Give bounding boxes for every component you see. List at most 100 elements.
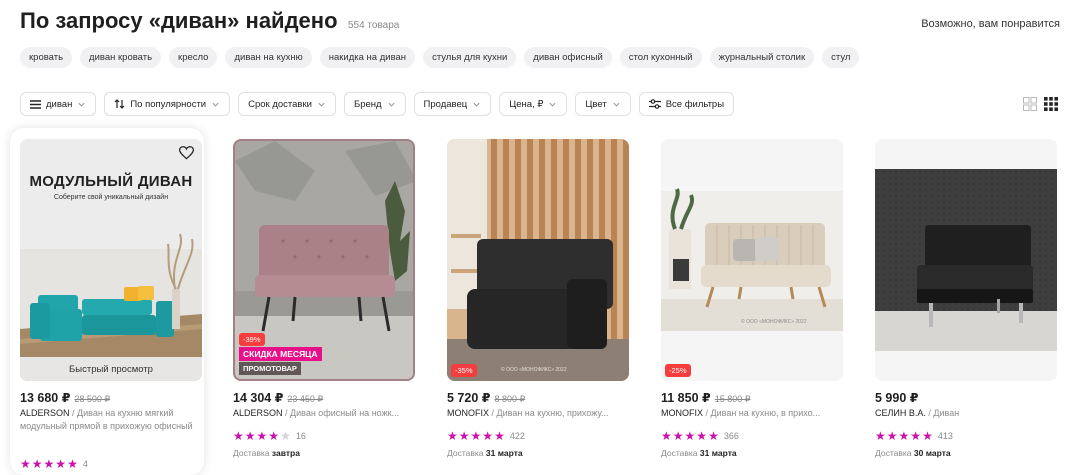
maybe-like-link[interactable]: Возможно, вам понравится (921, 18, 1060, 30)
suggestion-chip[interactable]: кровать (20, 47, 73, 68)
chevron-down-icon (473, 102, 480, 107)
sort-icon (114, 99, 125, 109)
product-description[interactable]: MONOFIX / Диван на кухню, в прихо... (661, 407, 843, 420)
all-filters-button[interactable]: Все фильтры (638, 92, 735, 116)
product-rating: ★ ★ ★ ★ ★ 4 (20, 458, 88, 470)
star-icon: ★ (280, 429, 291, 443)
color-filter-button[interactable]: Цвет (575, 92, 631, 116)
product-brand: ALDERSON (20, 408, 70, 418)
delivery-label: Доставка (233, 448, 270, 458)
suggestion-chip[interactable]: стул (822, 47, 860, 68)
month-sale-badge: СКИДКА МЕСЯЦА (239, 347, 322, 361)
delivery-label: Доставка (661, 448, 698, 458)
product-name: Диван (933, 408, 960, 418)
banner-title: МОДУЛЬНЫЙ ДИВАН (29, 173, 193, 190)
product-brand: ALDERSON (233, 408, 283, 418)
black-sofa-image (447, 139, 629, 381)
star-icon: ★ (875, 429, 886, 443)
suggestion-chip[interactable]: стулья для кухни (423, 47, 517, 68)
seller-filter-button[interactable]: Продавец (413, 92, 492, 116)
beige-sofa-image (661, 139, 843, 381)
view-toggle (1023, 97, 1058, 111)
product-description[interactable]: ALDERSON / Диван на кухню мягкий модульн… (20, 407, 202, 433)
delivery-info: Доставка завтра (233, 448, 300, 458)
product-card[interactable]: 5 990 ₽ СЕЛИН В.А. / Диван ★ ★ ★ ★ ★ 413 Дос… (865, 128, 1059, 475)
suggestion-chip[interactable]: кресло (169, 47, 218, 68)
chevron-down-icon (549, 102, 556, 107)
brand-filter-button[interactable]: Бренд (343, 92, 406, 116)
product-description[interactable]: ALDERSON / Диван офисный на ножк... (233, 407, 415, 420)
product-grid: МОДУЛЬНЫЙ ДИВАН Соберите свой уникальный… (10, 128, 1070, 475)
product-card[interactable]: МОДУЛЬНЫЙ ДИВАН Соберите свой уникальный… (10, 128, 204, 475)
product-rating: ★ ★ ★ ★ ★ 422 (447, 430, 525, 442)
category-filter-button[interactable]: диван (20, 92, 97, 116)
suggestion-chip[interactable]: диван на кухню (225, 47, 312, 68)
star-icon: ★ (31, 457, 43, 471)
chevron-down-icon (387, 102, 395, 107)
product-brand: MONOFIX (447, 408, 489, 418)
price-filter-label: Цена, ₽ (509, 98, 544, 110)
star-icon: ★ (233, 429, 244, 443)
suggestion-chip[interactable]: диван кровать (80, 47, 162, 68)
delivery-date: 31 марта (485, 448, 523, 458)
product-image[interactable]: -39% СКИДКА МЕСЯЦА ПРОМОТОВАР (233, 139, 415, 381)
product-price: 13 680 ₽ (20, 391, 71, 405)
quick-view-button[interactable]: Быстрый просмотр (20, 357, 202, 381)
product-brand: MONOFIX (661, 408, 703, 418)
price-row: 5 720 ₽8 800 ₽ (447, 390, 525, 405)
suggestion-chip[interactable]: накидка на диван (319, 47, 416, 68)
product-rating: ★ ★ ★ ★ ★ 366 (661, 430, 739, 442)
product-image[interactable]: МОДУЛЬНЫЙ ДИВАН Соберите свой уникальный… (20, 139, 202, 381)
delivery-info: Доставка 30 марта (875, 448, 951, 458)
product-rating: ★ ★ ★ ★ ★ 16 (233, 430, 306, 442)
sort-button[interactable]: По популярности (104, 92, 231, 116)
star-icon: ★ (494, 429, 505, 443)
product-card[interactable]: -39% СКИДКА МЕСЯЦА ПРОМОТОВАР 14 304 ₽23… (223, 128, 417, 475)
product-price: 14 304 ₽ (233, 391, 284, 405)
suggestion-chip[interactable]: журнальный столик (709, 47, 815, 68)
star-icon: ★ (898, 429, 910, 443)
results-count: 554 товара (347, 20, 400, 31)
delivery-info: Доставка 31 марта (447, 448, 523, 458)
star-icon: ★ (447, 429, 458, 443)
grid-small-icon[interactable] (1044, 97, 1058, 111)
heart-icon[interactable] (179, 146, 194, 160)
star-icon: ★ (268, 429, 280, 443)
seller-filter-label: Продавец (423, 98, 468, 110)
product-description[interactable]: MONOFIX / Диван на кухню, прихожу... (447, 407, 629, 420)
chevron-down-icon (613, 102, 620, 107)
banner-subtitle: Соберите свой уникальный дизайн (53, 194, 169, 201)
product-image[interactable] (875, 139, 1057, 381)
product-name: Диван на кухню, прихожу... (496, 408, 609, 418)
sliders-icon (648, 99, 661, 109)
discount-badge: -39% (239, 333, 265, 346)
old-price: 15 800 ₽ (714, 394, 751, 404)
all-filters-label: Все фильтры (665, 98, 725, 110)
price-row: 5 990 ₽ (875, 390, 918, 405)
delivery-filter-button[interactable]: Срок доставки (238, 92, 336, 116)
old-price: 28 500 ₽ (74, 394, 111, 404)
product-card[interactable]: -25% © ООО «МОНОФИКС» 2022 11 850 ₽15 80… (651, 128, 845, 475)
product-description[interactable]: СЕЛИН В.А. / Диван (875, 407, 1057, 420)
review-count: 413 (937, 431, 953, 441)
suggestion-chip[interactable]: диван офисный (524, 47, 612, 68)
grid-large-icon[interactable] (1023, 97, 1037, 111)
product-name: Диван на кухню, в прихо... (710, 408, 821, 418)
product-card[interactable]: -35% © ООО «МОНОФИКС» 2022 5 720 ₽8 800 … (437, 128, 631, 475)
discount-badge: -25% (665, 364, 691, 377)
menu-icon (30, 99, 41, 109)
star-icon: ★ (470, 429, 482, 443)
chevron-down-icon (78, 102, 85, 107)
review-count: 422 (509, 431, 525, 441)
suggestion-chip[interactable]: стол кухонный (619, 47, 702, 68)
product-image[interactable]: -25% © ООО «МОНОФИКС» 2022 (661, 139, 843, 381)
product-image[interactable]: -35% © ООО «МОНОФИКС» 2022 (447, 139, 629, 381)
star-icon: ★ (20, 457, 31, 471)
star-icon: ★ (256, 429, 268, 443)
star-icon: ★ (43, 457, 55, 471)
price-filter-button[interactable]: Цена, ₽ (499, 92, 568, 116)
old-price: 8 800 ₽ (494, 394, 526, 404)
filter-bar: диван По популярности Срок доставки Брен… (20, 92, 735, 116)
promo-badge: ПРОМОТОВАР (239, 362, 301, 375)
sort-label: По популярности (130, 98, 207, 110)
